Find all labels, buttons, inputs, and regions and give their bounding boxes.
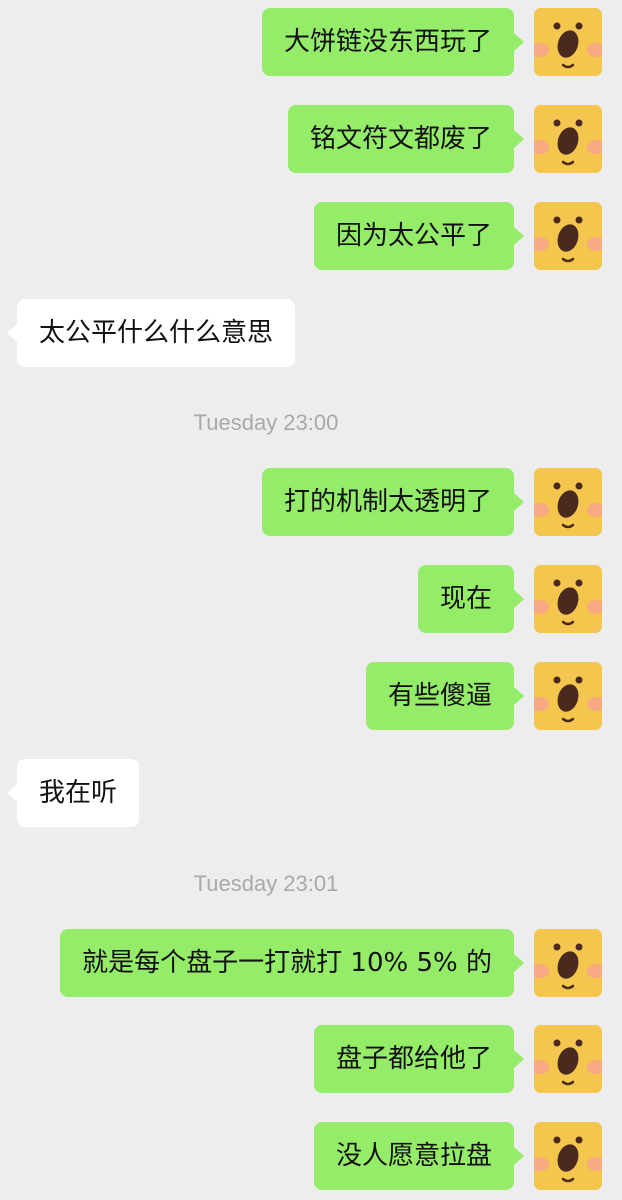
message-row: 有些傻逼	[0, 662, 622, 730]
surprised-face-icon	[534, 468, 602, 536]
surprised-face-icon	[534, 105, 602, 173]
timestamp: Tuesday 23:00	[193, 410, 339, 435]
message-row: 打的机制太透明了	[0, 468, 622, 536]
message-bubble-outgoing[interactable]: 大饼链没东西玩了	[261, 8, 525, 76]
surprised-face-icon	[534, 8, 602, 76]
avatar[interactable]	[534, 468, 602, 536]
avatar[interactable]	[534, 565, 602, 633]
avatar[interactable]	[534, 662, 602, 730]
message-row: 没人愿意拉盘	[0, 1122, 622, 1190]
surprised-face-icon	[534, 929, 602, 997]
message-row: 铭文符文都废了	[0, 105, 622, 173]
avatar[interactable]	[534, 8, 602, 76]
avatar[interactable]	[534, 202, 602, 270]
message-bubble-incoming[interactable]: 太公平什么什么意思	[6, 299, 296, 367]
message-bubble-outgoing[interactable]: 现在	[417, 565, 525, 633]
avatar[interactable]	[534, 1122, 602, 1190]
surprised-face-icon	[534, 662, 602, 730]
message-row: 我在听	[0, 759, 622, 827]
surprised-face-icon	[534, 202, 602, 270]
message-bubble-outgoing[interactable]: 盘子都给他了	[313, 1025, 525, 1093]
avatar[interactable]	[534, 929, 602, 997]
avatar[interactable]	[534, 1025, 602, 1093]
message-bubble-outgoing[interactable]: 铭文符文都废了	[287, 105, 525, 173]
timestamp: Tuesday 23:01	[193, 871, 339, 896]
message-row: 因为太公平了	[0, 202, 622, 270]
surprised-face-icon	[534, 1122, 602, 1190]
message-row: 现在	[0, 565, 622, 633]
message-bubble-outgoing[interactable]: 因为太公平了	[313, 202, 525, 270]
message-row: 就是每个盘子一打就打 10% 5% 的	[0, 929, 622, 997]
message-bubble-outgoing[interactable]: 没人愿意拉盘	[313, 1122, 525, 1190]
message-row: 盘子都给他了	[0, 1025, 622, 1093]
avatar[interactable]	[534, 105, 602, 173]
message-row: 太公平什么什么意思	[0, 299, 622, 367]
surprised-face-icon	[534, 565, 602, 633]
message-row: 大饼链没东西玩了	[0, 8, 622, 76]
surprised-face-icon	[534, 1025, 602, 1093]
message-bubble-outgoing[interactable]: 就是每个盘子一打就打 10% 5% 的	[60, 929, 524, 997]
message-bubble-outgoing[interactable]: 打的机制太透明了	[261, 468, 525, 536]
message-bubble-outgoing[interactable]: 有些傻逼	[365, 662, 525, 730]
message-bubble-incoming[interactable]: 我在听	[6, 759, 140, 827]
chat-message-list[interactable]: 大饼链没东西玩了 铭文符文都废了 因为太公平了 太公平什么什么意思 Tuesda…	[0, 0, 622, 1200]
